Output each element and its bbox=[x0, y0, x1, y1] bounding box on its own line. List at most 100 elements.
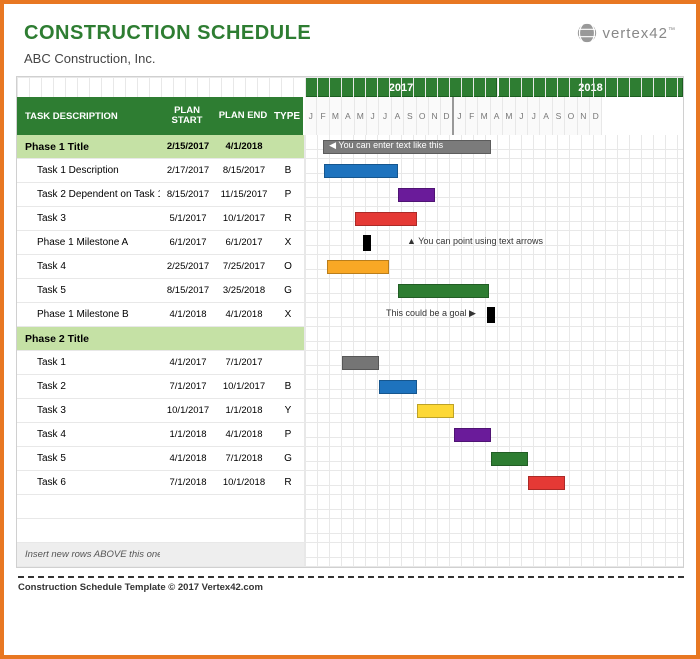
type-cell[interactable]: R bbox=[272, 477, 304, 488]
task-name[interactable]: Task 4 bbox=[17, 429, 160, 440]
gantt-bar[interactable] bbox=[398, 188, 435, 202]
plan-start-cell[interactable]: 4/1/2018 bbox=[160, 309, 216, 320]
plan-end-cell[interactable]: 3/25/2018 bbox=[216, 285, 272, 296]
header: CONSTRUCTION SCHEDULE ABC Construction, … bbox=[4, 4, 696, 76]
month-cell: A bbox=[392, 97, 404, 135]
task-name[interactable]: Phase 2 Title bbox=[17, 333, 160, 345]
plan-end-cell[interactable]: 7/25/2017 bbox=[216, 261, 272, 272]
plan-start-cell[interactable]: 6/1/2017 bbox=[160, 237, 216, 248]
gantt-bar[interactable] bbox=[324, 164, 398, 178]
gantt-bar[interactable] bbox=[491, 452, 528, 466]
type-cell[interactable]: X bbox=[272, 237, 304, 248]
plan-start-cell[interactable]: 8/15/2017 bbox=[160, 285, 216, 296]
month-cell: O bbox=[417, 97, 429, 135]
type-cell[interactable]: Y bbox=[272, 405, 304, 416]
gantt-bar[interactable] bbox=[342, 356, 379, 370]
plan-start-cell[interactable]: 2/25/2017 bbox=[160, 261, 216, 272]
task-name[interactable]: Task 3 bbox=[17, 213, 160, 224]
month-cell: J bbox=[305, 97, 317, 135]
type-cell[interactable]: B bbox=[272, 165, 304, 176]
col-type[interactable]: TYPE bbox=[271, 111, 303, 122]
task-name[interactable]: Task 4 bbox=[17, 261, 160, 272]
plan-end-cell[interactable]: 1/1/2018 bbox=[216, 405, 272, 416]
plan-start-cell[interactable]: 8/15/2017 bbox=[160, 189, 216, 200]
gantt-bar[interactable] bbox=[355, 212, 417, 226]
type-cell[interactable]: O bbox=[272, 261, 304, 272]
task-name[interactable]: Phase 1 Milestone A bbox=[17, 237, 160, 248]
column-header-row: TASK DESCRIPTION PLAN START PLAN END TYP… bbox=[17, 97, 683, 135]
task-row: Task 6 7/1/2018 10/1/2018 R bbox=[17, 471, 683, 495]
plan-start-cell[interactable]: 7/1/2017 bbox=[160, 381, 216, 392]
col-task[interactable]: TASK DESCRIPTION bbox=[17, 111, 159, 122]
task-name[interactable]: Phase 1 Milestone B bbox=[17, 309, 160, 320]
milestone-marker[interactable] bbox=[487, 307, 495, 323]
page-subtitle: ABC Construction, Inc. bbox=[24, 51, 311, 66]
type-cell[interactable]: P bbox=[272, 189, 304, 200]
type-cell[interactable]: P bbox=[272, 429, 304, 440]
title-block: CONSTRUCTION SCHEDULE ABC Construction, … bbox=[24, 22, 311, 66]
month-cell: S bbox=[553, 97, 565, 135]
plan-start-cell[interactable]: 4/1/2017 bbox=[160, 357, 216, 368]
plan-end-cell[interactable]: 7/1/2018 bbox=[216, 453, 272, 464]
task-name[interactable]: Task 1 Description bbox=[17, 165, 160, 176]
plan-end-cell[interactable]: 11/15/2017 bbox=[216, 189, 272, 200]
plan-end-cell[interactable]: 4/1/2018 bbox=[216, 429, 272, 440]
gantt-bar[interactable] bbox=[528, 476, 565, 490]
plan-start-cell[interactable]: 10/1/2017 bbox=[160, 405, 216, 416]
plan-end-cell[interactable]: 10/1/2017 bbox=[216, 213, 272, 224]
gantt-bar[interactable] bbox=[379, 380, 416, 394]
spacer-row bbox=[17, 519, 683, 543]
plan-start-cell[interactable]: 1/1/2018 bbox=[160, 429, 216, 440]
plan-start-cell[interactable]: 4/1/2018 bbox=[160, 453, 216, 464]
plan-end-cell[interactable]: 4/1/2018 bbox=[216, 141, 272, 152]
month-cell: N bbox=[429, 97, 441, 135]
plan-end-cell[interactable]: 4/1/2018 bbox=[216, 309, 272, 320]
month-cell: A bbox=[342, 97, 354, 135]
task-name[interactable]: Task 2 Dependent on Task 1 bbox=[17, 189, 160, 200]
month-cell: S bbox=[404, 97, 416, 135]
type-cell[interactable]: R bbox=[272, 213, 304, 224]
vertex42-logo: vertex42™ bbox=[576, 22, 676, 44]
plan-end-cell[interactable]: 8/15/2017 bbox=[216, 165, 272, 176]
task-name[interactable]: Task 2 bbox=[17, 381, 160, 392]
month-cell: J bbox=[379, 97, 391, 135]
task-name[interactable]: Task 1 bbox=[17, 357, 160, 368]
type-cell[interactable]: B bbox=[272, 381, 304, 392]
gantt-bar[interactable] bbox=[417, 404, 454, 418]
gantt-bar[interactable] bbox=[327, 260, 389, 274]
month-cell: F bbox=[317, 97, 329, 135]
type-cell[interactable]: G bbox=[272, 285, 304, 296]
phase-row: Phase 1 Title 2/15/2017 4/1/2018 ◀ You c… bbox=[17, 135, 683, 159]
type-cell[interactable]: G bbox=[272, 453, 304, 464]
month-cell: M bbox=[355, 97, 367, 135]
plan-end-cell[interactable]: 10/1/2018 bbox=[216, 477, 272, 488]
task-name[interactable]: Task 5 bbox=[17, 285, 160, 296]
task-name[interactable]: Task 3 bbox=[17, 405, 160, 416]
plan-start-cell[interactable]: 2/17/2017 bbox=[160, 165, 216, 176]
plan-end-cell[interactable]: 10/1/2017 bbox=[216, 381, 272, 392]
insert-note[interactable]: Insert new rows ABOVE this one bbox=[17, 549, 160, 560]
task-row: Task 4 2/25/2017 7/25/2017 O bbox=[17, 255, 683, 279]
gantt-rows: Phase 1 Title 2/15/2017 4/1/2018 ◀ You c… bbox=[17, 135, 683, 495]
plan-start-cell[interactable]: 7/1/2018 bbox=[160, 477, 216, 488]
spacer-row bbox=[17, 495, 683, 519]
plan-end-cell[interactable]: 7/1/2017 bbox=[216, 357, 272, 368]
task-name[interactable]: Task 5 bbox=[17, 453, 160, 464]
gantt-bar[interactable] bbox=[454, 428, 491, 442]
task-row: Task 3 10/1/2017 1/1/2018 Y bbox=[17, 399, 683, 423]
month-cell: M bbox=[503, 97, 515, 135]
task-name[interactable]: Task 6 bbox=[17, 477, 160, 488]
col-plan-start[interactable]: PLAN START bbox=[159, 106, 215, 127]
month-cell: D bbox=[441, 97, 453, 135]
milestone-marker[interactable] bbox=[363, 235, 371, 251]
task-name[interactable]: Phase 1 Title bbox=[17, 141, 160, 153]
plan-start-cell[interactable]: 2/15/2017 bbox=[160, 141, 216, 152]
plan-start-cell[interactable]: 5/1/2017 bbox=[160, 213, 216, 224]
type-cell[interactable]: X bbox=[272, 309, 304, 320]
annotation-enter-text: ◀ You can enter text like this bbox=[329, 140, 443, 151]
annotation-goal: This could be a goal ▶ bbox=[386, 308, 476, 319]
gantt-bar[interactable] bbox=[398, 284, 489, 298]
plan-end-cell[interactable]: 6/1/2017 bbox=[216, 237, 272, 248]
col-plan-end[interactable]: PLAN END bbox=[215, 111, 271, 121]
task-row: Task 2 Dependent on Task 1 8/15/2017 11/… bbox=[17, 183, 683, 207]
